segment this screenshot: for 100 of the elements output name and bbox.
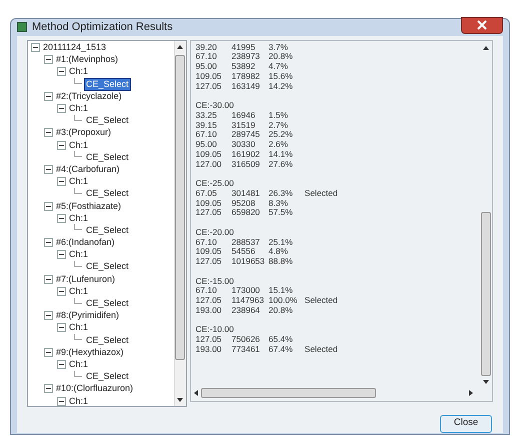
result-value: 193.00 [196,344,223,354]
tree-item[interactable]: #4:(Carbofuran) [55,164,121,175]
result-value: 53892 [232,62,256,72]
collapse-icon[interactable] [57,140,66,150]
result-value: 109.05 [196,247,223,257]
result-value: 3.7% [268,42,289,52]
close-icon[interactable] [461,16,503,34]
collapse-icon[interactable] [57,214,66,223]
tree-item[interactable]: CE_Select [85,188,130,200]
result-value: 31519 [232,120,256,130]
tree-item[interactable]: CE_Select [85,78,130,90]
close-button[interactable]: Close [440,414,492,432]
result-value: 127.00 [196,160,223,170]
collapse-icon[interactable] [57,104,66,114]
collapse-icon[interactable] [57,250,66,260]
collapse-icon[interactable] [44,55,53,64]
tree-item[interactable]: Ch:1 [68,66,90,78]
tree-item[interactable]: CE_Select [85,298,130,310]
tree-item[interactable]: #2:(Tricyclazole) [55,90,123,102]
result-value: 109.05 [196,198,223,208]
result-value: 67.10 [196,52,218,62]
result-value: 316509 [232,160,261,170]
collapse-icon[interactable] [44,274,53,284]
collapse-icon[interactable] [44,311,53,320]
result-value: 238964 [232,306,261,316]
tree-item[interactable]: Ch:1 [68,322,90,334]
tree-item[interactable]: Ch:1 [68,396,90,406]
scroll-up-icon[interactable] [483,46,489,50]
tree-item[interactable]: Ch:1 [68,286,90,297]
collapse-icon[interactable] [57,323,66,332]
tree-item[interactable]: Ch:1 [68,140,90,151]
result-value: 20.8% [268,306,294,316]
vertical-scrollbar[interactable] [174,40,186,406]
collapse-icon[interactable] [57,177,66,186]
collapse-icon[interactable] [57,396,66,406]
result-value: 127.05 [196,335,223,345]
result-value: 57.5% [268,208,294,218]
result-value: 95208 [232,198,256,208]
scrollbar-thumb[interactable] [200,388,376,398]
tree-item[interactable]: 20111124_1513 [42,42,108,54]
collapse-icon[interactable] [44,164,53,174]
scrollbar-thumb[interactable] [175,54,186,360]
result-value: 1147963 [232,296,265,306]
group-header: CE:-15.00 [196,276,234,286]
tree-item[interactable]: #6:(Indanofan) [55,237,116,248]
result-value: 238973 [232,52,261,62]
collapse-icon[interactable] [57,67,66,76]
collapse-icon[interactable] [44,384,53,394]
result-value: 289745 [232,130,261,140]
result-value: 39.15 [196,120,218,130]
tree-item[interactable]: Ch:1 [68,103,90,114]
collapse-icon[interactable] [44,92,53,101]
tree-item[interactable]: #7:(Lufenuron) [55,274,116,285]
scroll-down-icon[interactable] [483,380,489,384]
scroll-down-icon[interactable] [177,398,184,402]
result-value: 100.0% [268,296,298,306]
result-value: 41995 [232,42,256,52]
tree-item[interactable]: CE_Select [85,334,130,346]
tree-item[interactable]: #5:(Fosthiazate) [55,200,122,212]
tree-item[interactable]: #8:(Pyrimidifen) [55,310,120,322]
result-value: Selected [304,344,339,354]
result-value: 67.4% [268,344,294,354]
scroll-left-icon[interactable] [194,390,198,396]
result-value: 16946 [232,110,256,120]
tree-item[interactable]: Ch:1 [68,212,90,224]
result-value: 288537 [232,238,261,248]
collapse-icon[interactable] [57,286,66,296]
group-header: CE:-30.00 [196,101,234,111]
result-value: 773461 [232,344,261,354]
tree-item[interactable]: CE_Select [85,371,130,382]
result-value: 33.25 [196,110,218,120]
scroll-up-icon[interactable] [177,44,184,48]
tree-item[interactable]: Ch:1 [68,358,90,370]
tree-item[interactable]: Ch:1 [68,176,90,188]
app-icon [17,22,27,32]
collapse-icon[interactable] [44,128,53,138]
tree-item[interactable]: CE_Select [85,261,130,272]
group-header: CE:-25.00 [196,179,234,189]
result-value: 54556 [232,247,256,257]
collapse-icon[interactable] [44,238,53,248]
tree-item[interactable]: Ch:1 [68,249,90,260]
scroll-right-icon[interactable] [469,390,473,396]
tree-item[interactable]: CE_Select [85,224,130,236]
result-value: 4.8% [268,247,289,257]
scrollbar-thumb[interactable] [481,212,491,376]
collapse-icon[interactable] [31,43,40,52]
result-value: 25.1% [268,238,294,248]
tree-item[interactable]: CE_Select [85,115,130,126]
collapse-icon[interactable] [57,360,66,369]
tree-item[interactable]: #3:(Propoxur) [55,127,112,138]
tree-item[interactable]: CE_Select [85,152,130,163]
result-value: 95.00 [196,62,218,72]
tree-item[interactable]: #10:(Clorfluazuron) [55,383,134,394]
collapse-icon[interactable] [44,202,53,211]
collapse-icon[interactable] [44,348,53,357]
tree-item[interactable]: #1:(Mevinphos) [55,54,120,66]
window-title: Method Optimization Results [32,20,173,35]
tree-item[interactable]: #9:(Hexythiazox) [55,346,125,358]
result-value: Selected [304,296,339,306]
result-value: 750626 [232,335,261,345]
